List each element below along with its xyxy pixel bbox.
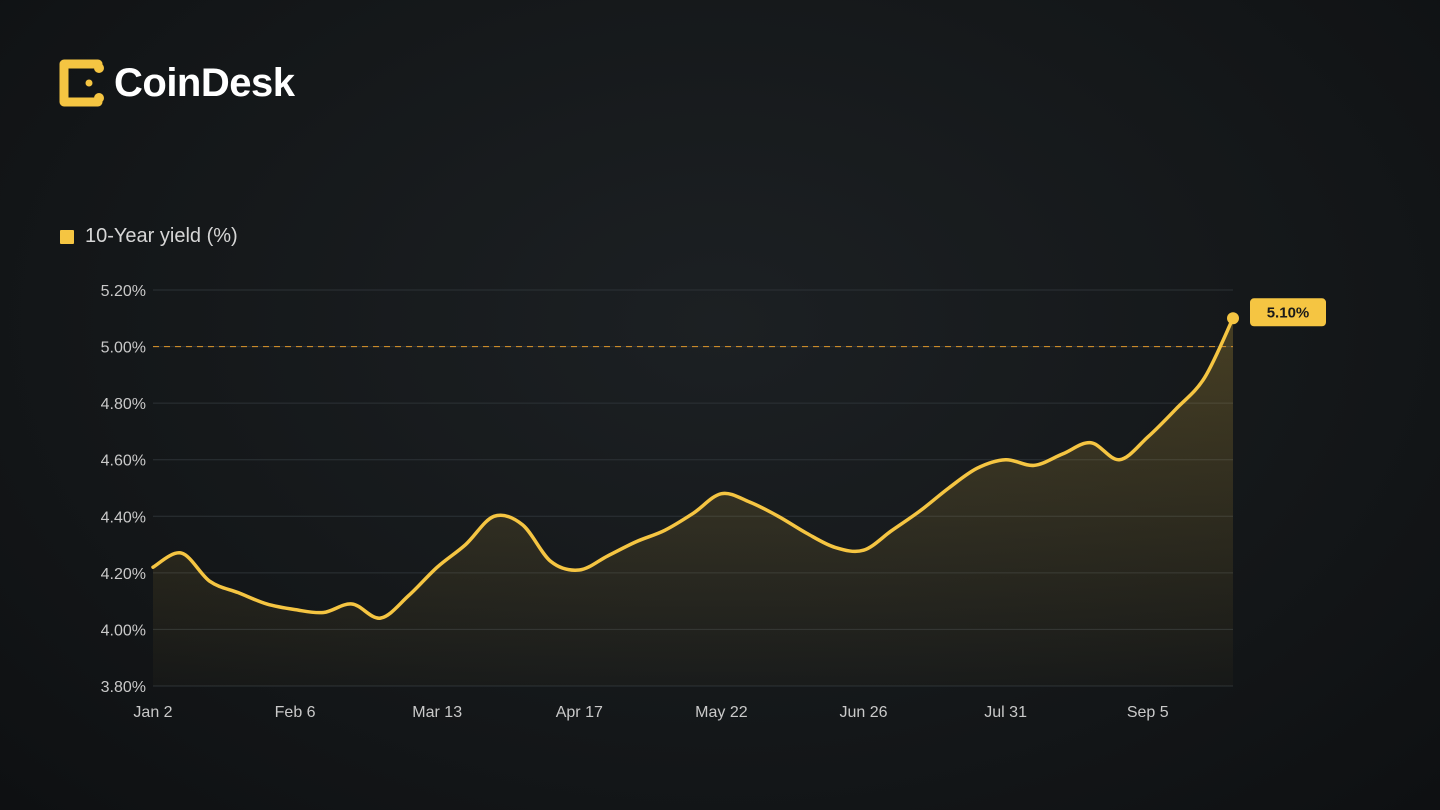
y-tick-label: 4.60% xyxy=(101,453,146,470)
data-point xyxy=(975,466,979,470)
data-point xyxy=(1117,458,1121,462)
data-point xyxy=(350,602,354,606)
x-tick-label: Sep 5 xyxy=(1127,704,1169,721)
data-point xyxy=(464,543,468,547)
data-point xyxy=(179,551,183,555)
x-tick-label: May 22 xyxy=(695,704,748,721)
y-axis: 5.20% 5.00% 4.80% 4.60% 4.40% 4.20% 4.00% 3.80% xyxy=(101,283,146,696)
data-point xyxy=(634,540,638,544)
x-tick-label: Jun 26 xyxy=(840,704,888,721)
data-point xyxy=(663,528,667,532)
data-point xyxy=(492,514,496,518)
data-point xyxy=(606,554,610,558)
chart-page: CoinDesk 10-Year yield (%) 5.20% 5.00% 4.8… xyxy=(0,0,1440,810)
data-point xyxy=(265,602,269,606)
x-tick-label: Feb 6 xyxy=(275,704,316,721)
data-point xyxy=(1174,407,1178,411)
data-point xyxy=(833,545,837,549)
y-tick-label: 4.40% xyxy=(101,509,146,526)
data-point xyxy=(776,514,780,518)
y-tick-label: 4.00% xyxy=(101,622,146,639)
x-tick-label: Mar 13 xyxy=(412,704,462,721)
data-point xyxy=(1032,463,1036,467)
data-point xyxy=(577,568,581,572)
data-point xyxy=(748,500,752,504)
data-point xyxy=(236,591,240,595)
data-point xyxy=(1089,441,1093,445)
data-point xyxy=(520,523,524,527)
data-point xyxy=(862,548,866,552)
x-tick-label: Jul 31 xyxy=(984,704,1027,721)
data-point xyxy=(322,610,326,614)
data-point xyxy=(151,565,155,569)
y-tick-label: 5.00% xyxy=(101,340,146,357)
data-point xyxy=(407,593,411,597)
x-tick-label: Jan 2 xyxy=(133,704,172,721)
data-point xyxy=(1004,458,1008,462)
series-area xyxy=(153,318,1233,686)
data-point xyxy=(918,509,922,513)
data-point xyxy=(549,560,553,564)
data-point xyxy=(805,531,809,535)
badge-label: 5.10% xyxy=(1267,304,1310,321)
y-tick-label: 4.80% xyxy=(101,396,146,413)
data-point xyxy=(1060,452,1064,456)
data-point xyxy=(890,528,894,532)
data-point xyxy=(1146,435,1150,439)
x-tick-label: Apr 17 xyxy=(556,704,603,721)
x-axis: Jan 2 Feb 6 Mar 13 Apr 17 May 22 Jun 26 Jul 31… xyxy=(133,704,1168,721)
y-tick-label: 5.20% xyxy=(101,283,146,300)
data-point xyxy=(1203,376,1207,380)
line-chart: 5.20% 5.00% 4.80% 4.60% 4.40% 4.20% 4.00% 3.80%… xyxy=(101,283,1326,721)
data-point xyxy=(293,608,297,612)
data-point xyxy=(378,616,382,620)
y-tick-label: 3.80% xyxy=(101,679,146,696)
data-point xyxy=(208,579,212,583)
data-point xyxy=(947,486,951,490)
data-point xyxy=(691,511,695,515)
data-point xyxy=(435,565,439,569)
y-tick-label: 4.20% xyxy=(101,566,146,583)
last-value-marker[interactable] xyxy=(1227,312,1239,325)
last-value-badge: 5.10% xyxy=(1250,298,1326,327)
data-point xyxy=(719,492,723,496)
